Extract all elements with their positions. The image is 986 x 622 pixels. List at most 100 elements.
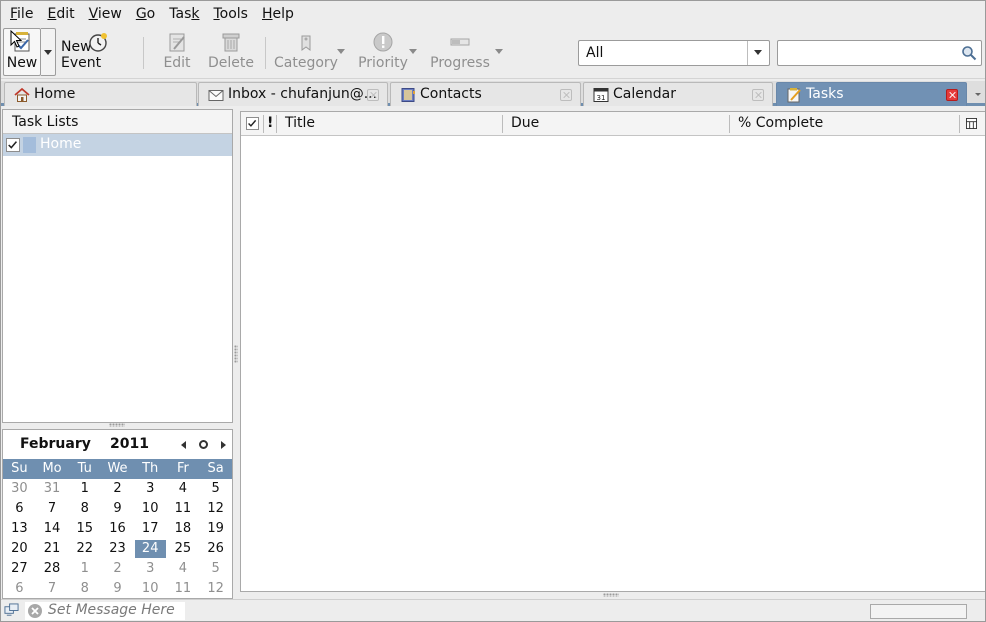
tab-calendar[interactable]: 31 Calendar — [583, 82, 773, 106]
calendar-day[interactable]: 2 — [101, 479, 134, 499]
search-icon[interactable] — [961, 45, 977, 61]
next-month-icon[interactable] — [218, 439, 228, 451]
tab-contacts[interactable]: Contacts — [390, 82, 581, 106]
calendar-day[interactable]: 11 — [167, 499, 200, 519]
calendar-day[interactable]: 7 — [36, 499, 69, 519]
calendar-day[interactable]: 10 — [134, 579, 167, 599]
calendar-day[interactable]: 13 — [3, 519, 36, 539]
percent-complete-column-header[interactable]: % Complete — [738, 115, 823, 131]
calendar-day[interactable]: 18 — [167, 519, 200, 539]
splitter-grip[interactable] — [603, 593, 619, 597]
calendar-day[interactable]: 9 — [101, 499, 134, 519]
calendar-day[interactable]: 22 — [68, 539, 101, 559]
category-label: Category — [274, 55, 338, 71]
category-button[interactable]: Category — [273, 29, 339, 75]
search-input[interactable] — [777, 40, 982, 66]
new-event-button[interactable]: New Event — [61, 29, 135, 75]
calendar-day[interactable]: 6 — [3, 579, 36, 599]
calendar-day[interactable]: 15 — [68, 519, 101, 539]
calendar-day[interactable]: 5 — [199, 479, 232, 499]
progress-button[interactable]: Progress — [429, 29, 491, 75]
status-bar: Set Message Here — [1, 599, 985, 621]
calendar-day[interactable]: 27 — [3, 559, 36, 579]
calendar-day[interactable]: 3 — [134, 559, 167, 579]
task-list-item-home[interactable]: Home — [3, 134, 232, 156]
splitter-grip[interactable] — [109, 423, 125, 427]
all-tabs-button[interactable] — [973, 86, 985, 102]
calendar-day[interactable]: 21 — [36, 539, 69, 559]
task-filter-dropdown[interactable] — [747, 41, 769, 65]
priority-button[interactable]: Priority — [355, 29, 411, 75]
progress-label: Progress — [430, 55, 490, 71]
tab-home[interactable]: Home — [4, 82, 197, 106]
calendar-day[interactable]: 20 — [3, 539, 36, 559]
calendar-day[interactable]: 8 — [68, 579, 101, 599]
calendar-day[interactable]: 12 — [199, 499, 232, 519]
task-list-checkbox[interactable] — [6, 138, 20, 152]
status-message-input[interactable]: Set Message Here — [25, 602, 185, 620]
delete-button[interactable]: Delete — [206, 29, 256, 75]
calendar-day[interactable]: 16 — [101, 519, 134, 539]
online-status-icon[interactable] — [4, 603, 19, 618]
close-icon[interactable] — [367, 89, 379, 101]
vertical-splitter-grip[interactable] — [234, 345, 238, 363]
today-icon[interactable] — [199, 440, 208, 449]
calendar-day[interactable]: 2 — [101, 559, 134, 579]
edit-label: Edit — [163, 55, 191, 71]
task-lists-header: Task Lists — [3, 110, 232, 134]
task-list-body[interactable] — [241, 137, 985, 591]
close-icon[interactable] — [560, 89, 572, 101]
menu-view[interactable]: View — [82, 1, 129, 27]
column-divider — [502, 115, 503, 133]
calendar-day[interactable]: 10 — [134, 499, 167, 519]
calendar-day[interactable]: 14 — [36, 519, 69, 539]
tab-inbox[interactable]: Inbox - chufanjun@... — [198, 82, 388, 106]
menu-task[interactable]: Task — [162, 1, 206, 27]
tab-tasks[interactable]: Tasks — [776, 82, 967, 106]
calendar-day[interactable]: 25 — [167, 539, 200, 559]
menu-tools[interactable]: Tools — [206, 1, 255, 27]
new-dropdown-button[interactable] — [41, 28, 56, 76]
calendar-day[interactable]: 17 — [134, 519, 167, 539]
calendar-day[interactable]: 7 — [36, 579, 69, 599]
calendar-day[interactable]: 23 — [101, 539, 134, 559]
new-button[interactable]: New — [3, 28, 41, 76]
menu-help[interactable]: Help — [255, 1, 301, 27]
close-icon[interactable] — [946, 89, 958, 101]
calendar-day-today[interactable]: 24 — [134, 540, 166, 558]
menu-file[interactable]: File — [3, 1, 40, 27]
completed-column-header[interactable] — [246, 117, 259, 130]
chevron-down-icon[interactable] — [409, 49, 417, 54]
menu-go[interactable]: Go — [129, 1, 162, 27]
mini-calendar-month[interactable]: February — [20, 436, 91, 452]
calendar-day[interactable]: 26 — [199, 539, 232, 559]
calendar-day[interactable]: 1 — [68, 479, 101, 499]
task-filter-select[interactable]: All — [578, 40, 770, 66]
edit-button[interactable]: Edit — [157, 29, 197, 75]
priority-column-header[interactable]: ! — [267, 115, 273, 131]
close-icon[interactable] — [752, 89, 764, 101]
chevron-down-icon[interactable] — [337, 49, 345, 54]
clear-icon[interactable] — [27, 603, 43, 619]
mini-calendar-year[interactable]: 2011 — [110, 436, 149, 452]
chevron-down-icon[interactable] — [495, 49, 503, 54]
calendar-day[interactable]: 9 — [101, 579, 134, 599]
title-column-header[interactable]: Title — [285, 115, 315, 131]
calendar-day[interactable]: 3 — [134, 479, 167, 499]
calendar-day[interactable]: 19 — [199, 519, 232, 539]
calendar-day[interactable]: 6 — [3, 499, 36, 519]
calendar-day[interactable]: 30 — [3, 479, 36, 499]
calendar-day[interactable]: 28 — [36, 559, 69, 579]
previous-month-icon[interactable] — [179, 439, 189, 451]
calendar-day[interactable]: 1 — [68, 559, 101, 579]
calendar-day[interactable]: 8 — [68, 499, 101, 519]
column-picker-icon[interactable] — [966, 118, 977, 129]
due-column-header[interactable]: Due — [511, 115, 539, 131]
calendar-day[interactable]: 11 — [167, 579, 200, 599]
calendar-day[interactable]: 31 — [36, 479, 69, 499]
calendar-day[interactable]: 5 — [199, 559, 232, 579]
calendar-day[interactable]: 4 — [167, 559, 200, 579]
calendar-day[interactable]: 12 — [199, 579, 232, 599]
menu-edit[interactable]: Edit — [40, 1, 81, 27]
calendar-day[interactable]: 4 — [167, 479, 200, 499]
